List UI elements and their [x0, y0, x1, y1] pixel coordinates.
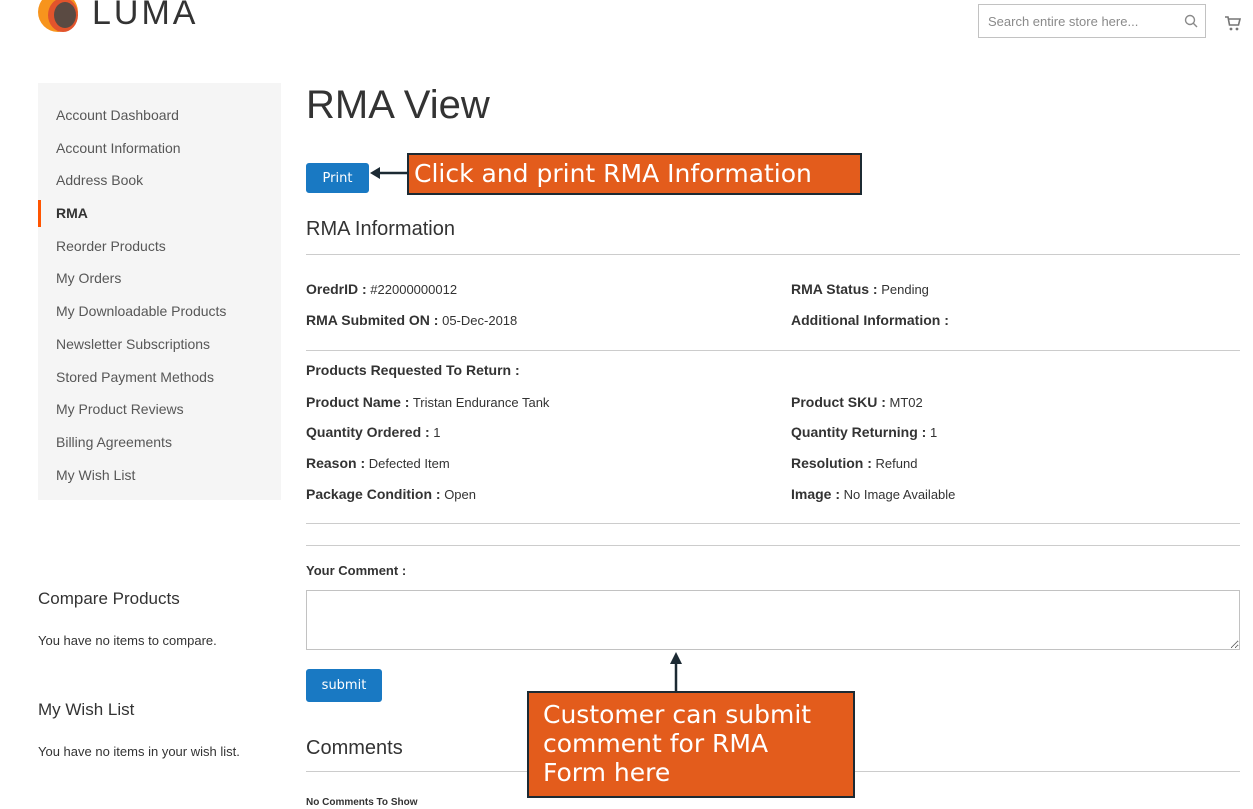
product-sku-field: Product SKU : MT02 [791, 394, 923, 410]
sidebar-item-newsletter[interactable]: Newsletter Subscriptions [38, 328, 281, 361]
divider [306, 350, 1240, 351]
products-heading: Products Requested To Return : [306, 362, 520, 378]
print-button[interactable]: Print [306, 163, 369, 193]
luma-logo-icon [38, 0, 80, 34]
order-id-field: OredrID : #22000000012 [306, 281, 458, 297]
reason-field: Reason : Defected Item [306, 455, 450, 471]
compare-products-empty: You have no items to compare. [38, 633, 217, 648]
sidebar-item-rma[interactable]: RMA [38, 197, 281, 230]
image-field: Image : No Image Available [791, 486, 956, 502]
sidebar-item-my-orders[interactable]: My Orders [38, 262, 281, 295]
no-comments-text: No Comments To Show [306, 797, 418, 808]
sidebar-item-account-dashboard[interactable]: Account Dashboard [38, 99, 281, 132]
compare-products-title: Compare Products [38, 589, 180, 608]
callout-arrow-left-icon [370, 167, 408, 179]
sidebar-item-payment-methods[interactable]: Stored Payment Methods [38, 361, 281, 394]
divider [306, 545, 1240, 546]
comment-callout-line: comment for RMA [543, 729, 769, 758]
account-nav: Account Dashboard Account Information Ad… [38, 83, 281, 500]
wishlist-empty: You have no items in your wish list. [38, 744, 240, 759]
submitted-on-field: RMA Submited ON : 05-Dec-2018 [306, 312, 518, 328]
divider [306, 254, 1240, 255]
submit-button[interactable]: submit [306, 669, 382, 702]
sidebar-item-wish-list[interactable]: My Wish List [38, 459, 281, 492]
quantity-ordered-field: Quantity Ordered : 1 [306, 424, 441, 440]
logo-text: LUMA [92, 0, 199, 32]
sidebar-item-account-information[interactable]: Account Information [38, 132, 281, 165]
comments-title: Comments [306, 737, 403, 759]
comment-callout-line: Form here [543, 758, 671, 787]
comment-label: Your Comment : [306, 563, 407, 578]
quantity-returning-field: Quantity Returning : 1 [791, 424, 938, 440]
search-icon[interactable] [1177, 6, 1205, 36]
additional-info-field: Additional Information : [791, 312, 949, 328]
search-placeholder: Search entire store here... [988, 13, 1139, 29]
page-title: RMA View [306, 83, 490, 127]
search-input[interactable]: Search entire store here... [978, 4, 1206, 38]
sidebar-item-reorder-products[interactable]: Reorder Products [38, 230, 281, 263]
sidebar-item-billing-agreements[interactable]: Billing Agreements [38, 426, 281, 459]
package-condition-field: Package Condition : Open [306, 486, 476, 502]
sidebar-item-downloadable-products[interactable]: My Downloadable Products [38, 295, 281, 328]
rma-information-title: RMA Information [306, 218, 455, 240]
comment-callout-line: Customer can submit [543, 700, 812, 729]
print-callout: Click and print RMA Information [407, 153, 862, 195]
store-logo[interactable]: LUMA [38, 0, 198, 38]
product-name-field: Product Name : Tristan Endurance Tank [306, 394, 550, 410]
sidebar-item-product-reviews[interactable]: My Product Reviews [38, 393, 281, 426]
comment-textarea[interactable] [306, 590, 1240, 650]
wishlist-title: My Wish List [38, 700, 135, 719]
resolution-field: Resolution : Refund [791, 455, 918, 471]
cart-icon[interactable] [1224, 14, 1242, 32]
rma-status-field: RMA Status : Pending [791, 281, 929, 297]
callout-arrow-up-icon [670, 652, 682, 692]
divider [306, 523, 1240, 524]
sidebar-item-address-book[interactable]: Address Book [38, 164, 281, 197]
comment-callout: Customer can submit comment for RMA Form… [527, 691, 855, 798]
